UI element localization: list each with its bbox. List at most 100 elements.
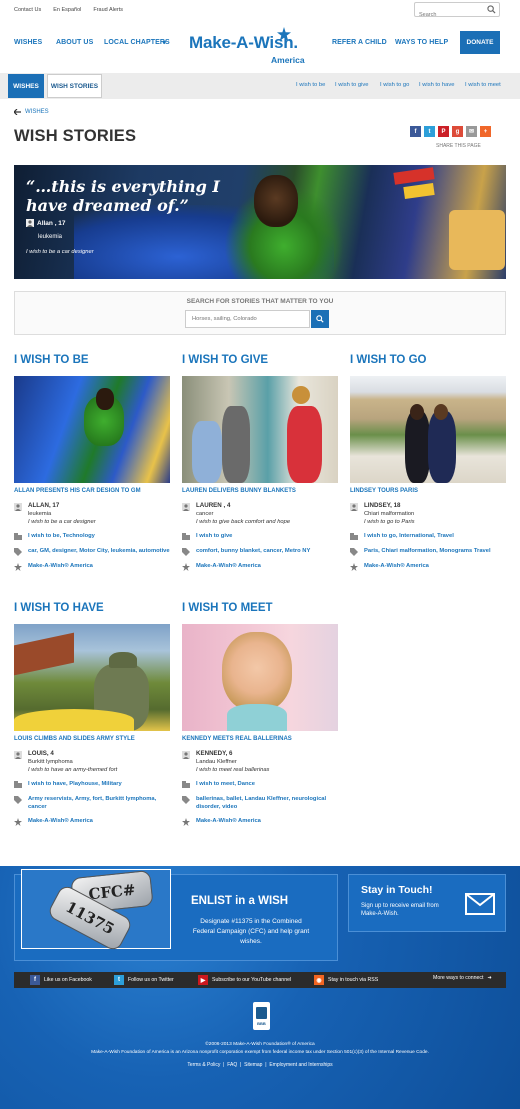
hero-story[interactable]: “…this is everything I have dreamed of.”… bbox=[14, 165, 506, 279]
category-heading[interactable]: I WISH TO GIVE bbox=[182, 354, 338, 376]
subnav-link-meet[interactable]: I wish to meet bbox=[465, 82, 501, 88]
copyright: ©2006-2013 Make-A-Wish Foundation® of Am… bbox=[205, 1042, 315, 1047]
main-nav: WISHES ABOUT US LOCAL CHAPTERS ▾ Make-A-… bbox=[0, 22, 520, 72]
chevron-down-icon[interactable]: ▾ bbox=[163, 39, 166, 46]
footer-links: Terms & Policy | FAQ | Sitemap | Employm… bbox=[187, 1062, 333, 1068]
sitemap-link[interactable]: Sitemap bbox=[244, 1062, 262, 1068]
story-title[interactable]: ALLAN PRESENTS HIS CAR DESIGN TO GM bbox=[14, 488, 170, 502]
story-tags[interactable]: Paris, Chiari malformation, Monograms Tr… bbox=[364, 547, 491, 556]
google-plus-icon[interactable]: g bbox=[452, 126, 463, 137]
wish-category-links[interactable]: I wish to have, Playhouse, Military bbox=[28, 780, 122, 789]
story-image[interactable] bbox=[14, 624, 170, 731]
youtube-icon: ▶ bbox=[198, 975, 208, 985]
subnav-link-go[interactable]: I wish to go bbox=[380, 82, 409, 88]
twitter-icon[interactable]: t bbox=[424, 126, 435, 137]
youtube-label: Subscribe to our YouTube channel bbox=[212, 977, 292, 983]
story-image[interactable] bbox=[350, 376, 506, 483]
category-heading[interactable]: I WISH TO GO bbox=[350, 354, 506, 376]
rss-link[interactable]: ◉ Stay in touch via RSS bbox=[314, 975, 378, 985]
person-icon bbox=[182, 503, 190, 511]
story-tags[interactable]: comfort, bunny blanket, cancer, Metro NY bbox=[196, 547, 310, 556]
employment-link[interactable]: Employment and Internships bbox=[269, 1062, 332, 1068]
hero-wish: I wish to be a car designer bbox=[26, 249, 94, 255]
more-ways-link[interactable]: More ways to connect ➜ bbox=[433, 975, 492, 981]
story-title[interactable]: LOUIS CLIMBS AND SLIDES ARMY STYLE bbox=[14, 736, 170, 750]
story-tags[interactable]: Army reservists, Army, fort, Burkitt lym… bbox=[28, 795, 170, 811]
sponsor-decal-2 bbox=[403, 182, 435, 200]
tag-icon bbox=[182, 548, 190, 556]
youtube-link[interactable]: ▶ Subscribe to our YouTube channel bbox=[198, 975, 291, 985]
nav-ways-to-help[interactable]: WAYS TO HELP bbox=[395, 39, 448, 46]
terms-link[interactable]: Terms & Policy bbox=[187, 1062, 220, 1068]
subnav-link-give[interactable]: I wish to give bbox=[335, 82, 369, 88]
pinterest-icon[interactable]: P bbox=[438, 126, 449, 137]
site-search-input[interactable] bbox=[415, 8, 485, 22]
category-heading[interactable]: I WISH TO HAVE bbox=[14, 602, 170, 624]
stay-in-touch[interactable]: Stay in Touch! Sign up to receive email … bbox=[348, 874, 506, 932]
category-wish-to-go: I WISH TO GO LINDSEY TOURS PARIS LINDSEY… bbox=[350, 354, 506, 577]
chapter-link[interactable]: Make-A-Wish® America bbox=[196, 817, 261, 826]
folder-icon bbox=[14, 533, 22, 540]
subnav-link-have[interactable]: I wish to have bbox=[419, 82, 454, 88]
add-share-icon[interactable]: + bbox=[480, 126, 491, 137]
person-icon bbox=[14, 503, 22, 511]
star-icon bbox=[277, 27, 291, 41]
facebook-icon[interactable]: f bbox=[410, 126, 421, 137]
hero-name-text: Allan , 17 bbox=[37, 219, 66, 227]
tab-wish-stories[interactable]: WISH STORIES bbox=[47, 74, 102, 98]
child-condition: cancer bbox=[196, 511, 214, 517]
story-search-input[interactable] bbox=[185, 310, 310, 328]
child-condition: Landau Kleffner bbox=[196, 759, 237, 765]
nav-refer-a-child[interactable]: REFER A CHILD bbox=[332, 39, 387, 46]
contact-us-link[interactable]: Contact Us bbox=[14, 7, 41, 13]
nav-wishes[interactable]: WISHES bbox=[14, 39, 42, 46]
breadcrumb[interactable]: WISHES bbox=[14, 109, 49, 115]
logo[interactable]: Make-A-Wish. America bbox=[189, 27, 319, 69]
espanol-link[interactable]: En Español bbox=[53, 7, 81, 13]
chapter-link[interactable]: Make-A-Wish® America bbox=[28, 562, 93, 571]
utility-links: Contact Us En Español Fraud Alerts bbox=[14, 7, 123, 13]
subnav-link-be[interactable]: I wish to be bbox=[296, 82, 325, 88]
wish-category-links[interactable]: I wish to be, Technology bbox=[28, 532, 95, 541]
search-icon[interactable] bbox=[487, 5, 496, 14]
story-search: SEARCH FOR STORIES THAT MATTER TO YOU bbox=[14, 291, 506, 335]
facebook-link[interactable]: f Like us on Facebook bbox=[30, 975, 92, 985]
category-wish-to-meet: I WISH TO MEET KENNEDY MEETS REAL BALLER… bbox=[182, 602, 338, 832]
cfc-promo[interactable]: CFC# 11375 ENLIST in a WISH Designate #1… bbox=[14, 869, 338, 961]
wish-category-links[interactable]: I wish to give bbox=[196, 532, 232, 541]
enlist-title: ENLIST in a WISH bbox=[191, 895, 289, 907]
fraud-alerts-link[interactable]: Fraud Alerts bbox=[93, 7, 123, 13]
child-name: LAUREN , 4 bbox=[196, 502, 231, 509]
faq-link[interactable]: FAQ bbox=[227, 1062, 237, 1068]
story-title[interactable]: LINDSEY TOURS PARIS bbox=[350, 488, 506, 502]
child-name: KENNEDY, 6 bbox=[196, 750, 233, 757]
story-image[interactable] bbox=[14, 376, 170, 483]
email-icon[interactable]: ✉ bbox=[466, 126, 477, 137]
twitter-link[interactable]: t Follow us on Twitter bbox=[114, 975, 174, 985]
footer: CFC# 11375 ENLIST in a WISH Designate #1… bbox=[0, 866, 520, 1109]
child-wish: I wish to go to Paris bbox=[364, 519, 415, 525]
wish-category-links[interactable]: I wish to go, International, Travel bbox=[364, 532, 454, 541]
back-arrow-icon bbox=[14, 109, 21, 115]
wish-category-links[interactable]: I wish to meet, Dance bbox=[196, 780, 255, 789]
chapter-link[interactable]: Make-A-Wish® America bbox=[28, 817, 93, 826]
chapter-star-icon bbox=[14, 818, 22, 826]
story-tags[interactable]: ballerinas, ballet, Landau Kleffner, neu… bbox=[196, 795, 338, 811]
story-image[interactable] bbox=[182, 624, 338, 731]
legal-text: Make-A-Wish Foundation of America is an … bbox=[91, 1050, 429, 1055]
story-tags[interactable]: car, GM, designer, Motor City, leukemia,… bbox=[28, 547, 170, 556]
chapter-link[interactable]: Make-A-Wish® America bbox=[364, 562, 429, 571]
nav-local-chapters[interactable]: LOCAL CHAPTERS bbox=[104, 39, 170, 46]
story-title[interactable]: KENNEDY MEETS REAL BALLERINAS bbox=[182, 736, 338, 750]
category-heading[interactable]: I WISH TO BE bbox=[14, 354, 170, 376]
nav-about-us[interactable]: ABOUT US bbox=[56, 39, 93, 46]
story-search-button[interactable] bbox=[311, 310, 329, 328]
category-heading[interactable]: I WISH TO MEET bbox=[182, 602, 338, 624]
story-title[interactable]: LAUREN DELIVERS BUNNY BLANKETS bbox=[182, 488, 338, 502]
tab-wishes[interactable]: WISHES bbox=[8, 74, 44, 98]
bbb-seal[interactable]: BBB bbox=[253, 1002, 270, 1030]
story-image[interactable] bbox=[182, 376, 338, 483]
donate-button[interactable]: DONATE bbox=[460, 31, 500, 54]
chapter-link[interactable]: Make-A-Wish® America bbox=[196, 562, 261, 571]
hero-face-image bbox=[254, 175, 298, 227]
